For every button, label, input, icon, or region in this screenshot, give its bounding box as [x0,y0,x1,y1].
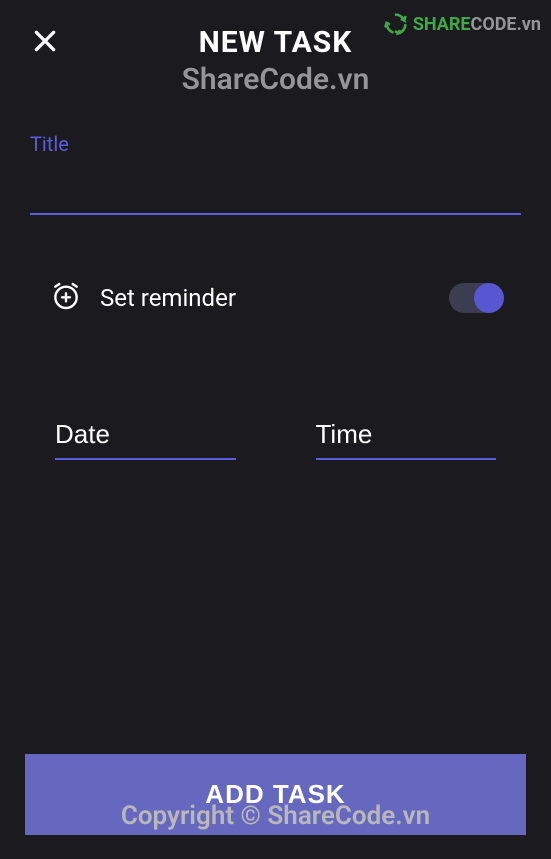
date-input[interactable] [55,411,236,460]
close-icon [32,28,58,54]
recycle-icon [382,10,410,38]
watermark-suffix: .vn [517,14,541,35]
toggle-knob [474,283,504,313]
datetime-row [30,411,521,460]
add-task-button[interactable]: ADD TASK [25,754,526,835]
alarm-add-icon [50,280,82,316]
reminder-toggle[interactable] [449,283,501,313]
watermark-share: SHARE [413,14,471,35]
reminder-row: Set reminder [30,280,521,316]
time-input[interactable] [316,411,497,460]
watermark-subtitle: ShareCode.vn [30,62,521,97]
title-input[interactable] [30,166,521,215]
watermark-code: CODE [471,14,517,35]
title-field-label: Title [30,132,521,156]
watermark-logo: SHARECODE.vn [382,10,541,38]
close-button[interactable] [32,28,58,58]
reminder-label: Set reminder [100,284,449,312]
